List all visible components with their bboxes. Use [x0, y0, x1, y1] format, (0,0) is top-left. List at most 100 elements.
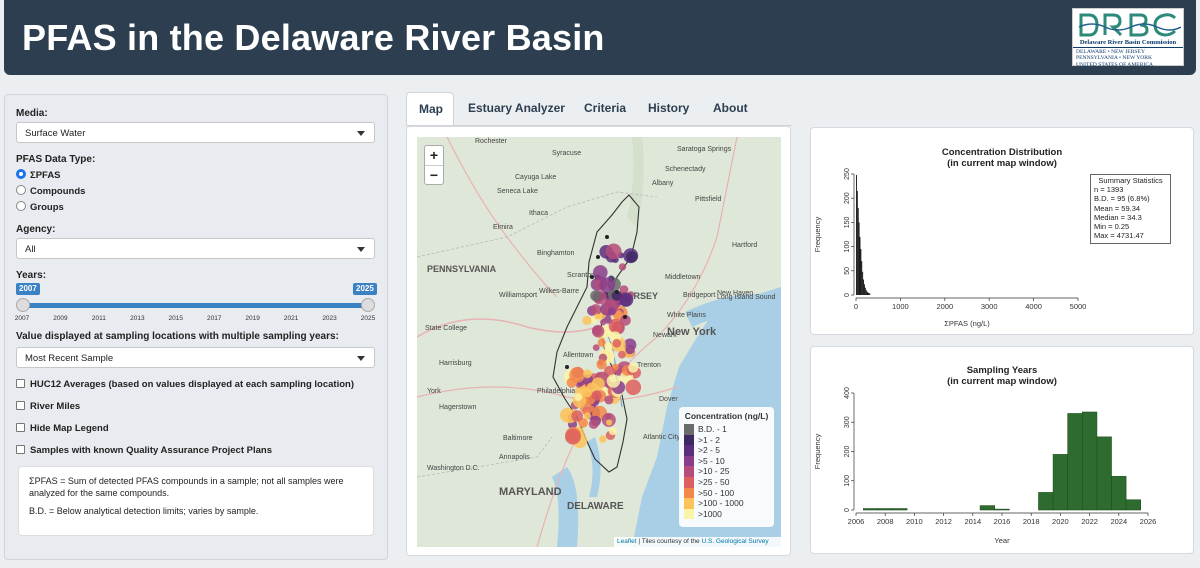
- legend-label: >100 - 1000: [698, 498, 744, 509]
- sampling-point[interactable]: [583, 369, 592, 379]
- media-select[interactable]: Surface Water: [16, 122, 375, 143]
- hide-legend-checkbox[interactable]: Hide Map Legend: [16, 423, 109, 434]
- zoom-control[interactable]: + −: [424, 145, 444, 185]
- years-min-handle[interactable]: [16, 298, 30, 312]
- histogram-bar: [857, 207, 859, 295]
- map-place-label: Elmira: [493, 224, 513, 231]
- year-tick-label: 2021: [283, 315, 299, 322]
- sampling-point[interactable]: [615, 290, 619, 294]
- legend-swatch: [684, 434, 694, 446]
- sampling-point[interactable]: [605, 235, 609, 239]
- sampling-point[interactable]: [625, 379, 642, 396]
- sampling-point[interactable]: [604, 342, 613, 351]
- checkbox-icon: [16, 379, 25, 388]
- media-label: Media:: [16, 108, 48, 119]
- tab-estuary-analyzer[interactable]: Estuary Analyzer: [456, 92, 577, 126]
- checkbox-icon: [16, 401, 25, 410]
- radio-compounds[interactable]: Compounds: [16, 185, 85, 197]
- legend-swatch: [684, 455, 694, 467]
- sampling-point[interactable]: [591, 377, 605, 391]
- sampling-point[interactable]: [604, 395, 614, 405]
- sampling-point[interactable]: [625, 345, 635, 355]
- sampling-point[interactable]: [592, 344, 600, 351]
- map-place-label: MARYLAND: [499, 486, 562, 498]
- sampling-point[interactable]: [566, 377, 577, 388]
- logo-states: DELAWARE • NEW JERSEY PENNSYLVANIA • NEW…: [1076, 49, 1154, 68]
- multi-year-select[interactable]: Most Recent Sample: [16, 347, 375, 368]
- distribution-title: Concentration Distribution: [941, 147, 1063, 158]
- tab-history[interactable]: History: [636, 92, 701, 126]
- sampling-point[interactable]: [590, 304, 602, 316]
- sampling-point[interactable]: [584, 412, 591, 420]
- sampling-point[interactable]: [596, 359, 607, 370]
- years-range-slider[interactable]: 2007 2025 2007 2009 2011 2013 2015 2017 2019 20…: [15, 283, 377, 324]
- legend-swatch: [684, 498, 694, 509]
- sampling-point[interactable]: [599, 435, 607, 443]
- sampling-point[interactable]: [608, 426, 617, 436]
- sampling-point[interactable]: [588, 419, 599, 429]
- years-slider-track[interactable]: [22, 303, 368, 308]
- sampling-point[interactable]: [607, 307, 616, 316]
- sampling-point[interactable]: [565, 365, 569, 369]
- river-miles-checkbox[interactable]: River Miles: [16, 401, 80, 412]
- sampling-point[interactable]: [628, 362, 639, 373]
- sampling-point[interactable]: [606, 419, 613, 426]
- zoom-out-button[interactable]: −: [425, 165, 443, 184]
- map-place-label: Hartford: [732, 242, 757, 249]
- sampling-point[interactable]: [600, 319, 607, 326]
- stat-n: n = 1393: [1094, 185, 1124, 195]
- zoom-in-button[interactable]: +: [425, 146, 443, 165]
- caret-down-icon: [357, 356, 365, 361]
- map-place-label: Syracuse: [552, 150, 581, 157]
- map-place-label: State College: [425, 325, 467, 332]
- stat-max: Max = 4731.47: [1094, 231, 1144, 241]
- sampling-point[interactable]: [612, 338, 622, 348]
- sampling-point[interactable]: [623, 315, 627, 319]
- map-place-label: Middletown: [665, 274, 701, 281]
- sampling-point[interactable]: [594, 313, 601, 320]
- tab-criteria[interactable]: Criteria: [572, 92, 638, 126]
- map-place-label: Dover: [659, 396, 678, 403]
- sampling-point[interactable]: [565, 428, 581, 445]
- sampling-point[interactable]: [582, 315, 592, 326]
- sampling-point[interactable]: [591, 390, 602, 401]
- sampling-point[interactable]: [596, 255, 600, 259]
- legend-item: >2 - 5: [684, 445, 769, 456]
- sampling-point[interactable]: [590, 290, 601, 302]
- tab-about[interactable]: About: [701, 92, 760, 126]
- sampling-point[interactable]: [593, 265, 608, 280]
- sampling-point[interactable]: [626, 251, 638, 263]
- histogram-bar: [892, 508, 908, 511]
- x-tick-label: 3000: [981, 302, 998, 311]
- histogram-bar: [863, 279, 864, 295]
- multi-year-select-value: Most Recent Sample: [25, 353, 114, 364]
- huc12-checkbox[interactable]: HUC12 Averages (based on values displaye…: [16, 379, 354, 390]
- sampling-point[interactable]: [592, 325, 605, 338]
- sampling-point[interactable]: [582, 387, 592, 398]
- radio-sum-pfas[interactable]: ΣPFAS: [16, 169, 61, 181]
- usgs-link[interactable]: U.S. Geological Survey: [701, 538, 768, 545]
- y-axis-label: Frequency: [813, 217, 822, 253]
- radio-groups[interactable]: Groups: [16, 201, 64, 213]
- year-tick-label: 2011: [91, 315, 106, 322]
- sampling-point[interactable]: [618, 350, 626, 359]
- agency-select[interactable]: All: [16, 238, 375, 259]
- histogram-bar: [1096, 436, 1112, 511]
- histogram-bar: [979, 505, 996, 511]
- sampling-point[interactable]: [606, 374, 621, 388]
- leaflet-link[interactable]: Leaflet: [617, 538, 637, 545]
- sampling-point[interactable]: [605, 243, 622, 260]
- stat-bd: B.D. = 95 (6.8%): [1094, 194, 1150, 204]
- sampling-point[interactable]: [574, 393, 583, 401]
- qapp-checkbox[interactable]: Samples with known Quality Assurance Pro…: [16, 445, 272, 456]
- tab-map[interactable]: Map: [406, 92, 454, 126]
- sampling-point[interactable]: [571, 410, 583, 422]
- sampling-point[interactable]: [618, 263, 627, 271]
- sampling-point[interactable]: [619, 292, 634, 307]
- sampling-point[interactable]: [590, 275, 594, 279]
- years-max-handle[interactable]: [361, 298, 375, 312]
- legend-item: >1 - 2: [684, 434, 769, 446]
- map-place-label: Binghamton: [537, 250, 574, 257]
- legend-swatch: [684, 487, 694, 499]
- years-ticks: 2007 2009 2011 2013 2015 2017 2019 2021 2023 2025: [15, 312, 376, 324]
